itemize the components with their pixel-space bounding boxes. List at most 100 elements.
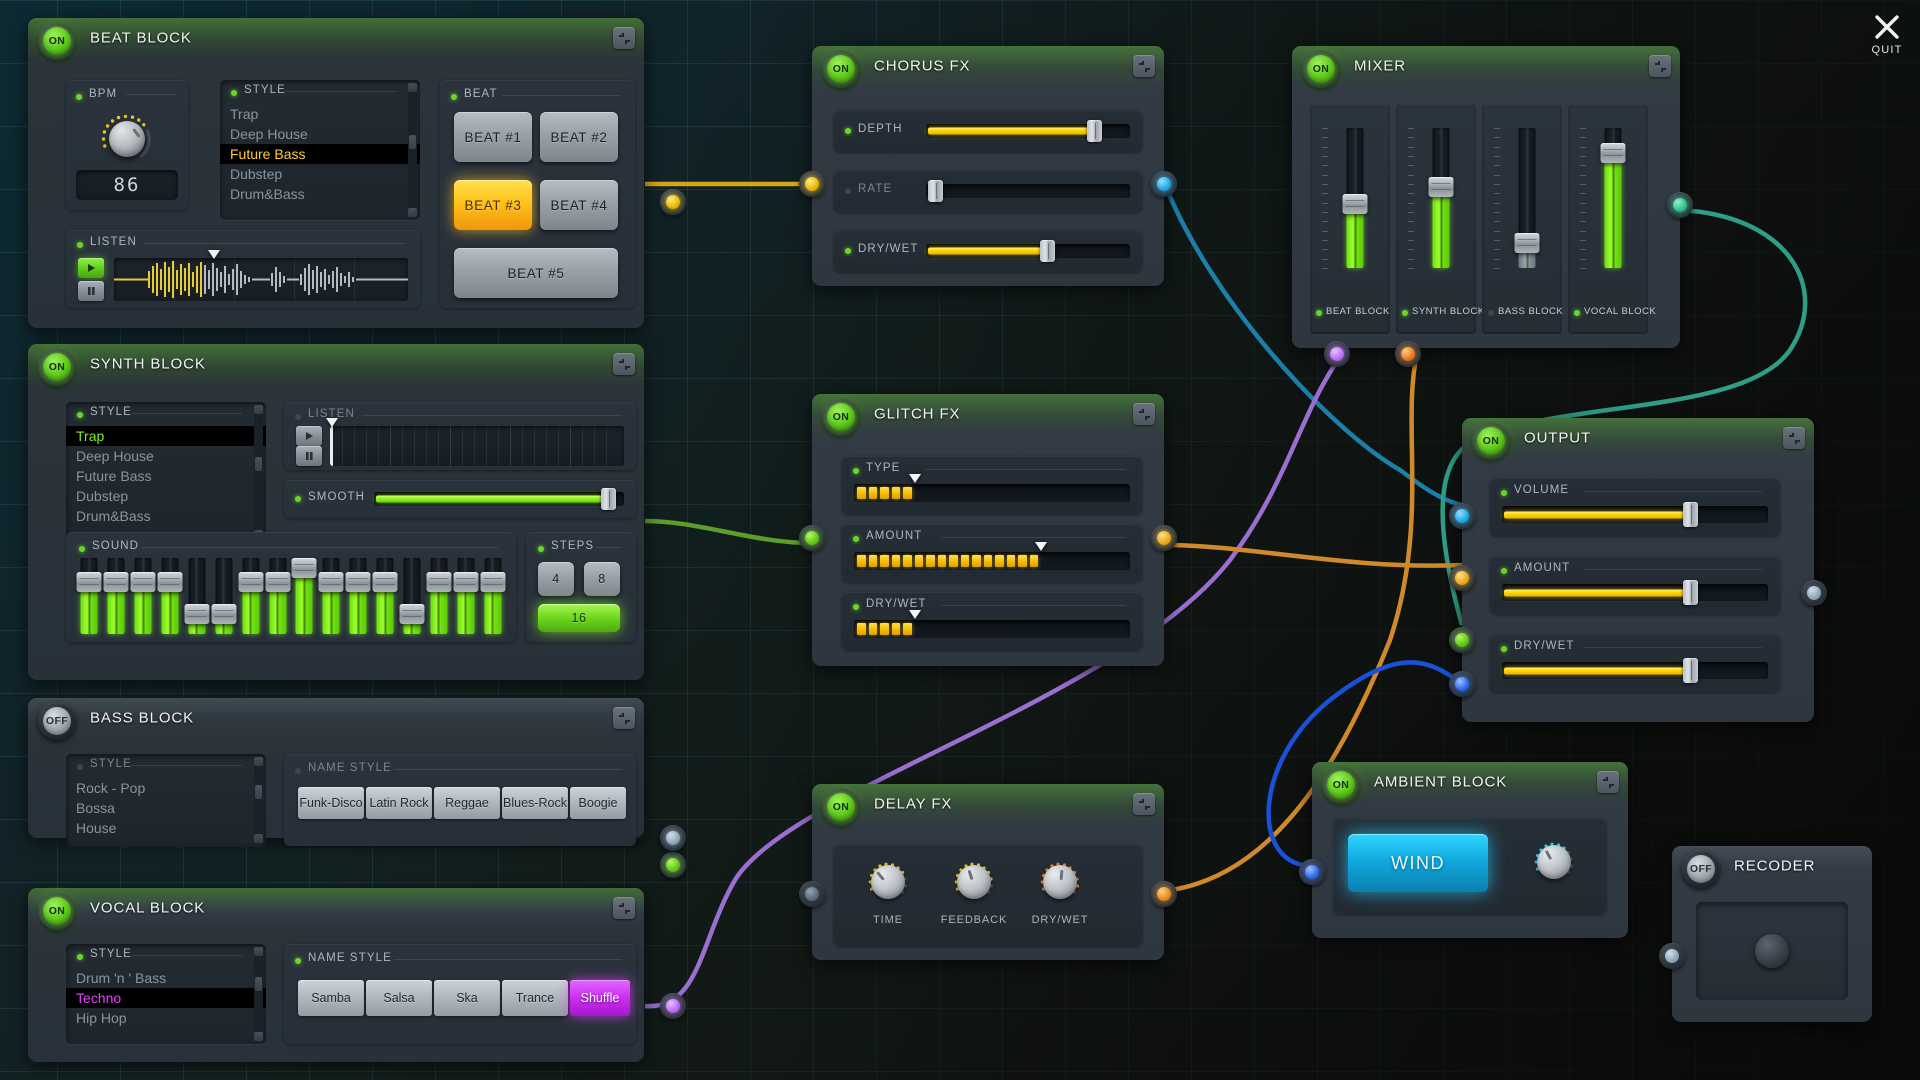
vocal-style-listbox[interactable]: STYLE Drum 'n ' Bass Techno Hip Hop bbox=[66, 944, 266, 1044]
mixer-input-port-b[interactable] bbox=[1395, 341, 1421, 367]
list-item-selected[interactable]: Future Bass bbox=[220, 144, 420, 164]
recorder-input-port[interactable] bbox=[1659, 943, 1685, 969]
synth-style-items[interactable]: Trap Deep House Future Bass Dubstep Drum… bbox=[66, 426, 266, 526]
synth-style-listbox[interactable]: STYLE Trap Deep House Future Bass Dubste… bbox=[66, 402, 266, 542]
sound-fader[interactable] bbox=[480, 558, 506, 634]
sound-fader[interactable] bbox=[291, 558, 317, 634]
scroll-up-arrow[interactable] bbox=[254, 947, 263, 956]
glitch-type-bar[interactable] bbox=[854, 484, 1130, 502]
bass-style-items[interactable]: Rock - Pop Bossa House bbox=[66, 778, 266, 838]
beat-pause-button[interactable] bbox=[78, 281, 104, 301]
slider-handle[interactable] bbox=[928, 180, 943, 202]
delay-fx-output-port[interactable] bbox=[1151, 881, 1177, 907]
beat-style-items[interactable]: Trap Deep House Future Bass Dubstep Drum… bbox=[220, 104, 420, 204]
module-recorder[interactable]: OFF RECODER bbox=[1659, 846, 1872, 1022]
fader-cap[interactable] bbox=[1514, 233, 1540, 253]
module-chorus-fx[interactable]: ON CHORUS FX DEPTH RATE DRY/WET bbox=[799, 46, 1177, 286]
glitch-fx-collapse-button[interactable] bbox=[1133, 403, 1155, 425]
bass-style-listbox[interactable]: STYLE Rock - Pop Bossa House bbox=[66, 754, 266, 846]
list-item[interactable]: Rock - Pop bbox=[66, 778, 266, 798]
module-synth-block[interactable]: ON SYNTH BLOCK STYLE Trap Deep House Fut… bbox=[28, 344, 686, 878]
sound-fader[interactable] bbox=[76, 558, 102, 634]
glitch-fx-input-port[interactable] bbox=[799, 525, 825, 551]
vocal-chip-5[interactable]: Shuffle bbox=[570, 980, 630, 1016]
list-item-selected[interactable]: Techno bbox=[66, 988, 266, 1008]
list-item[interactable]: House bbox=[66, 818, 266, 838]
beat-waveform[interactable] bbox=[114, 258, 408, 301]
vocal-chip-4[interactable]: Trance bbox=[502, 980, 568, 1016]
module-output[interactable]: ON OUTPUT VOLUME AMOUNT DRY/WET bbox=[1449, 418, 1827, 722]
fader-cap[interactable] bbox=[399, 604, 425, 624]
scroll-up-arrow[interactable] bbox=[254, 405, 263, 414]
fader-cap[interactable] bbox=[291, 558, 317, 578]
list-item[interactable]: Drum 'n ' Bass bbox=[66, 968, 266, 988]
list-item[interactable]: Dubstep bbox=[220, 164, 420, 184]
glitch-type-marker[interactable] bbox=[908, 474, 921, 483]
bass-block-output-port[interactable] bbox=[660, 825, 686, 851]
vocal-chip-2[interactable]: Salsa bbox=[366, 980, 432, 1016]
fader-cap[interactable] bbox=[184, 604, 210, 624]
fader-cap[interactable] bbox=[211, 604, 237, 624]
fader-cap[interactable] bbox=[1600, 143, 1626, 163]
glitch-amount-bar[interactable] bbox=[854, 552, 1130, 570]
slider-handle[interactable] bbox=[1683, 580, 1698, 605]
fader-cap[interactable] bbox=[426, 572, 452, 592]
synth-playhead-marker[interactable] bbox=[326, 418, 338, 427]
sound-fader[interactable] bbox=[345, 558, 371, 634]
chorus-fx-collapse-button[interactable] bbox=[1133, 55, 1155, 77]
chorus-fx-power-toggle[interactable]: ON bbox=[822, 50, 860, 88]
glitch-drywet-bar[interactable] bbox=[854, 620, 1130, 638]
module-beat-block[interactable]: ON BEAT BLOCK BPM 86 STYLE Trap Deep Hou… bbox=[28, 18, 686, 328]
fader-cap[interactable] bbox=[238, 572, 264, 592]
sound-fader[interactable] bbox=[372, 558, 398, 634]
beat-pad-4[interactable]: BEAT #4 bbox=[540, 180, 618, 230]
chorus-depth-slider[interactable] bbox=[926, 120, 1130, 142]
slider-handle[interactable] bbox=[1683, 658, 1698, 683]
ambient-block-output-port[interactable] bbox=[1299, 859, 1325, 885]
slider-handle[interactable] bbox=[601, 488, 616, 510]
beat-pad-3[interactable]: BEAT #3 bbox=[454, 180, 532, 230]
vocal-block-output-port[interactable] bbox=[660, 993, 686, 1019]
sound-fader[interactable] bbox=[157, 558, 183, 634]
delay-time-knob[interactable] bbox=[864, 858, 912, 906]
vocal-style-items[interactable]: Drum 'n ' Bass Techno Hip Hop bbox=[66, 968, 266, 1028]
beat-play-button[interactable] bbox=[78, 258, 104, 278]
glitch-fx-output-port[interactable] bbox=[1151, 525, 1177, 551]
fader-cap[interactable] bbox=[265, 572, 291, 592]
bass-block-power-toggle[interactable]: OFF bbox=[38, 702, 76, 740]
glitch-amount-marker[interactable] bbox=[1035, 542, 1047, 551]
vocal-style-scrollbar[interactable] bbox=[254, 947, 263, 1041]
module-mixer[interactable]: ON MIXER BEAT BLOCK SYNTH BLOCK BASS BLOCK… bbox=[1292, 46, 1693, 367]
chorus-fx-input-port[interactable] bbox=[799, 171, 825, 197]
scroll-up-arrow[interactable] bbox=[408, 83, 417, 92]
synth-waveform[interactable] bbox=[330, 426, 624, 466]
mixer-channel[interactable]: BASS BLOCK bbox=[1482, 104, 1563, 334]
channel-fader[interactable] bbox=[1428, 128, 1454, 268]
scroll-thumb[interactable] bbox=[409, 135, 416, 149]
fader-cap[interactable] bbox=[157, 572, 183, 592]
sound-fader[interactable] bbox=[265, 558, 291, 634]
sound-fader[interactable] bbox=[426, 558, 452, 634]
channel-fader[interactable] bbox=[1600, 128, 1626, 268]
beat-pad-1[interactable]: BEAT #1 bbox=[454, 112, 532, 162]
bass-block-collapse-button[interactable] bbox=[613, 707, 635, 729]
output-collapse-button[interactable] bbox=[1783, 427, 1805, 449]
beat-block-output-port[interactable] bbox=[660, 189, 686, 215]
sound-fader[interactable] bbox=[318, 558, 344, 634]
beat-block-collapse-button[interactable] bbox=[613, 27, 635, 49]
delay-time-knob-body[interactable] bbox=[871, 865, 905, 899]
fader-cap[interactable] bbox=[318, 572, 344, 592]
glitch-fx-power-toggle[interactable]: ON bbox=[822, 398, 860, 436]
mixer-channel[interactable]: VOCAL BLOCK bbox=[1568, 104, 1656, 334]
steps-option-4[interactable]: 4 bbox=[538, 562, 574, 596]
channel-fader[interactable] bbox=[1514, 128, 1540, 268]
fader-cap[interactable] bbox=[345, 572, 371, 592]
delay-fx-collapse-button[interactable] bbox=[1133, 793, 1155, 815]
chorus-rate-slider[interactable] bbox=[926, 180, 1130, 202]
list-item[interactable]: Trap bbox=[220, 104, 420, 124]
beat-style-scrollbar[interactable] bbox=[408, 83, 417, 217]
fader-cap[interactable] bbox=[103, 572, 129, 592]
synth-style-scrollbar[interactable] bbox=[254, 405, 263, 539]
beat-block-power-toggle[interactable]: ON bbox=[38, 22, 76, 60]
list-item[interactable]: Hip Hop bbox=[66, 1008, 266, 1028]
